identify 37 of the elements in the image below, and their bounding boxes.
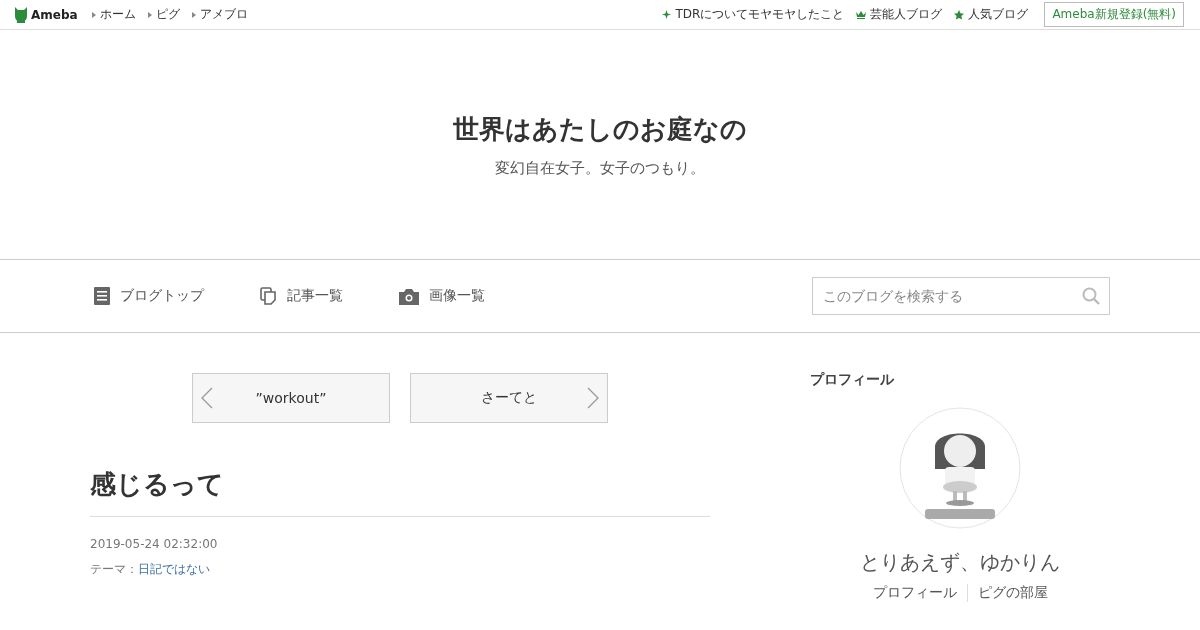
triangle-icon bbox=[191, 11, 196, 18]
search-field[interactable]: このブログを検索する bbox=[812, 277, 1110, 315]
nav-link[interactable]: 記事一覧 bbox=[260, 287, 343, 305]
next-entry-button[interactable]: さーてと bbox=[410, 373, 608, 423]
top-link[interactable]: TDRについてモヤモヤしたこと bbox=[662, 6, 845, 23]
top-link[interactable]: 芸能人ブログ bbox=[856, 6, 943, 23]
mascot-icon bbox=[14, 6, 28, 23]
entry-date: 2019-05-24 02:32:00 bbox=[90, 537, 219, 551]
chevron-left-icon bbox=[201, 387, 213, 409]
profile-link[interactable]: ピグの部屋 bbox=[966, 584, 1058, 602]
previous-entry-button[interactable]: ”workout” bbox=[192, 373, 390, 423]
blog-title[interactable]: 世界はあたしのお庭なの bbox=[453, 111, 747, 147]
star-icon bbox=[954, 9, 965, 20]
profile-name[interactable]: とりあえず、ゆかりん bbox=[860, 549, 1060, 576]
blog-subtitle: 変幻自在女子。女子のつもり。 bbox=[495, 158, 705, 178]
top-link[interactable]: 人気ブログ bbox=[954, 6, 1029, 23]
top-nav-link[interactable]: ホーム bbox=[91, 6, 136, 23]
nav-link[interactable]: ブログトップ bbox=[94, 287, 204, 305]
search-icon[interactable] bbox=[1082, 287, 1100, 305]
ameba-logo[interactable]: Ameba bbox=[14, 6, 78, 23]
chevron-right-icon bbox=[587, 387, 599, 409]
top-nav-link[interactable]: ピグ bbox=[147, 6, 180, 23]
copy-icon bbox=[260, 287, 277, 305]
triangle-icon bbox=[91, 11, 96, 18]
signup-button[interactable]: Ameba新規登録(無料) bbox=[1044, 2, 1184, 27]
camera-icon bbox=[399, 287, 419, 305]
entry-title: 感じるって bbox=[90, 467, 710, 517]
theme-link[interactable]: 日記ではない bbox=[138, 561, 210, 578]
top-nav-link[interactable]: アメブロ bbox=[191, 6, 248, 23]
profile-link[interactable]: プロフィール bbox=[862, 584, 967, 602]
profile-heading: プロフィール bbox=[810, 371, 894, 389]
sparkle-icon bbox=[662, 10, 672, 19]
nav-link[interactable]: 画像一覧 bbox=[399, 287, 485, 305]
theme-label: テーマ： bbox=[90, 561, 138, 578]
document-icon bbox=[94, 287, 110, 305]
crown-icon bbox=[856, 10, 867, 19]
triangle-icon bbox=[147, 11, 152, 18]
